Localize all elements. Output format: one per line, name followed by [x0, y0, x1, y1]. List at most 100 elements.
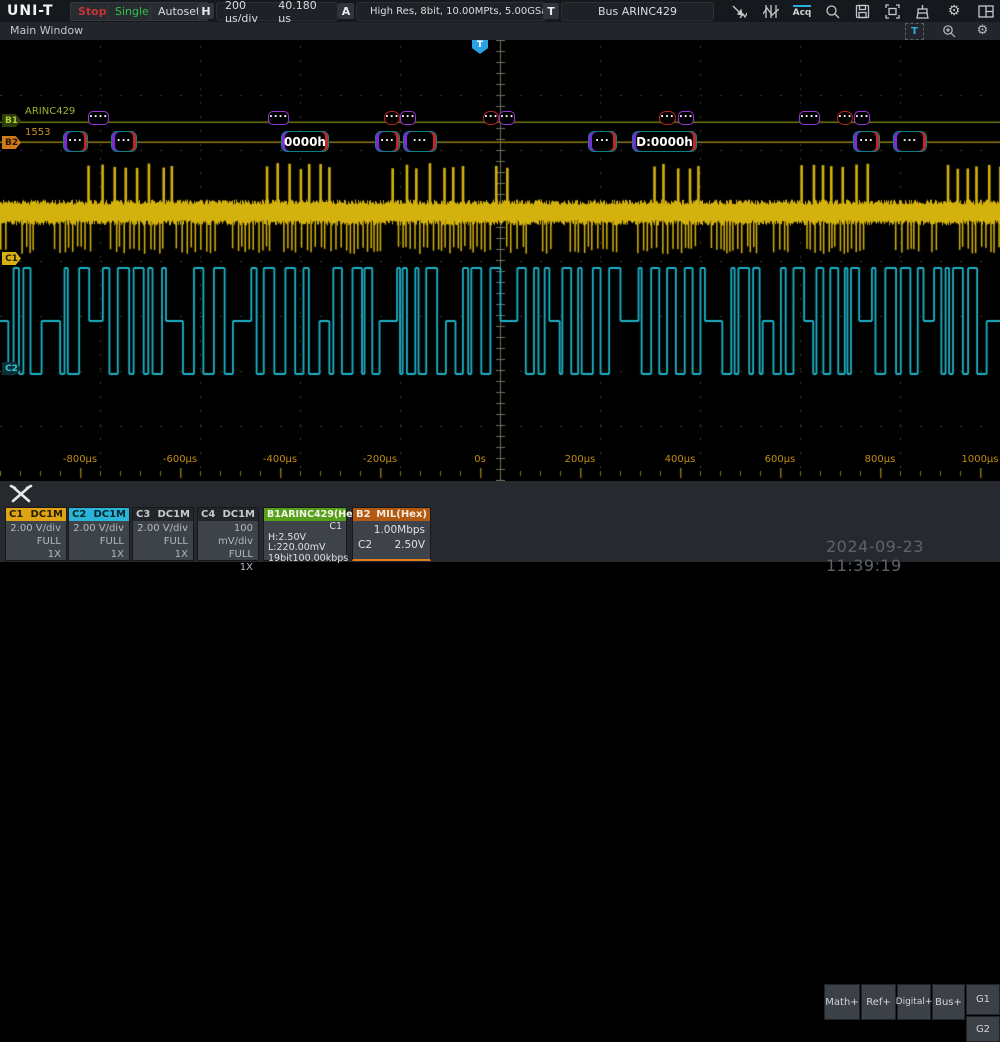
search-icon[interactable] — [821, 2, 843, 20]
channel-coupling: DC1M — [93, 509, 126, 520]
decode-frame-label: ... — [484, 113, 498, 117]
time-axis-label: -800µs — [63, 454, 97, 465]
window-layout-icon[interactable] — [975, 2, 997, 20]
channel-bandwidth: FULL — [201, 548, 253, 561]
brand-logo: UNI-T — [7, 0, 54, 22]
bus2-decode-frame[interactable]: ... — [111, 131, 137, 152]
bus1-decode-error-frame[interactable]: ... — [659, 111, 676, 125]
time-axis-label: -600µs — [163, 454, 197, 465]
bus1-decode-error-frame[interactable]: ... — [483, 111, 497, 125]
bus1-decode-word[interactable]: ... — [498, 111, 510, 125]
top-toolbar: UNI-T Stop Single Autoset H 200 µs/div 4… — [0, 0, 1000, 23]
bus-source: C1 — [268, 522, 342, 533]
bus2-decode-frame[interactable]: ... — [588, 131, 617, 152]
settings-gear-icon[interactable]: ⚙ — [943, 2, 965, 20]
channel-probe: 1X — [136, 548, 188, 561]
decode-frame-label: ... — [859, 137, 873, 141]
group2-button[interactable]: G2 — [966, 1016, 1000, 1042]
bus1-decode-word[interactable]: ... — [677, 111, 692, 125]
bus1-decode-word[interactable]: .... — [798, 111, 820, 125]
digital-add-button[interactable]: Digital+ — [897, 984, 931, 1020]
bus1-decode-word[interactable]: .... — [87, 111, 108, 125]
channel-header: C2 DC1M — [69, 508, 129, 521]
decode-frame-box: ... — [678, 111, 694, 125]
display-settings-gear-icon[interactable]: ⚙ — [974, 23, 991, 38]
bus-word-bits: 19bit — [268, 554, 292, 565]
decode-frame-label: ... — [117, 137, 131, 141]
decode-frame-box: ... — [837, 111, 853, 125]
channel-id: C1 — [9, 509, 23, 520]
timebase-panel[interactable]: 200 µs/div 40.180 µs — [216, 2, 338, 21]
channel-info-box-c1[interactable]: C1DC1M 2.00 V/divFULL1X — [5, 507, 67, 561]
decode-frame-label: .... — [800, 113, 819, 117]
trigger-bus-panel[interactable]: Bus ARINC429 — [561, 2, 714, 21]
acq-mode-label: Acq — [793, 5, 812, 18]
channel-bandwidth: FULL — [136, 535, 188, 548]
time-axis-label: 200µs — [565, 454, 596, 465]
screenshot-icon[interactable] — [881, 2, 903, 20]
cursor-measure-icon[interactable] — [728, 2, 750, 20]
bus-threshold: 2.50V — [394, 538, 425, 553]
bus1-decode-error-frame[interactable]: ... — [837, 111, 852, 125]
acq-mode-icon[interactable]: Acq — [791, 2, 813, 20]
decode-frame-label: ... — [380, 137, 394, 141]
time-axis-label: 1000µs — [961, 454, 998, 465]
decode-frame-box: ... — [483, 111, 499, 125]
decode-frame-label: ... — [660, 113, 674, 117]
channel-header: C4DC1M — [198, 508, 258, 521]
channel-info-box-c3[interactable]: C3DC1M 2.00 V/divFULL1X — [132, 507, 194, 561]
bus1-decode-error-frame[interactable]: ... — [384, 111, 398, 125]
waveform-canvas[interactable] — [0, 40, 1000, 481]
bus-add-button[interactable]: Bus+ — [932, 984, 965, 1020]
bus2-decode-frame[interactable]: 0000h — [281, 131, 329, 152]
bus1-decode-word[interactable]: ... — [399, 111, 412, 125]
group1-button[interactable]: G1 — [966, 984, 1000, 1015]
acquisition-panel[interactable]: High Res, 8bit, 10.00MPts, 5.00GSa/s — [356, 2, 546, 21]
decode-frame-box: .... — [88, 111, 109, 125]
waveform-display-area[interactable]: B1 B2 C1 C2 ARINC429 1553 T ............… — [0, 40, 1000, 481]
time-axis-label: 0s — [474, 454, 486, 465]
decode-frame-box: ... — [384, 111, 400, 125]
time-axis-label: 400µs — [665, 454, 696, 465]
channel-bandwidth: FULL — [9, 535, 61, 548]
decode-frame-label: .... — [89, 113, 108, 117]
bus1-details: C1 H:2.50V L:220.00mV 19bit100.00kbps — [264, 521, 346, 564]
bus2-decode-frame[interactable]: D:0000h — [632, 131, 697, 152]
ref-add-button[interactable]: Ref+ — [861, 984, 896, 1020]
channel-id: C2 — [72, 509, 86, 520]
bus1-decode-word[interactable]: ... — [853, 111, 866, 125]
zoom-in-icon[interactable] — [940, 23, 957, 38]
bus1-decode-word[interactable]: .... — [267, 111, 287, 125]
bus2-decode-frame[interactable]: ... — [853, 131, 880, 152]
decode-frame-label: ... — [903, 137, 917, 141]
bus-id: B1 — [267, 509, 281, 520]
bus2-decode-frame[interactable]: ... — [63, 131, 88, 152]
channel-info-box-c2[interactable]: C2 DC1M 2.00 V/divFULL1X — [68, 507, 130, 561]
system-datetime: 2024-09-23 11:39:19 — [826, 537, 1000, 575]
horizontal-chip[interactable]: H — [198, 3, 214, 19]
channel-details: 2.00 V/divFULL1X — [69, 521, 129, 561]
acquire-chip[interactable]: A — [338, 3, 354, 19]
bus1-protocol-label: ARINC429 — [25, 106, 75, 117]
bus2-decode-frame[interactable]: ... — [403, 131, 437, 152]
channel-probe: 1X — [9, 548, 61, 561]
decode-frame-box: .... — [799, 111, 820, 125]
trigger-chip[interactable]: T — [543, 3, 559, 19]
crossed-tools-icon[interactable] — [8, 484, 34, 504]
measure-markers-icon[interactable] — [760, 2, 782, 20]
channel-info-box-c4[interactable]: C4DC1M 100 mV/divFULL1X — [197, 507, 259, 561]
bus1-info-box[interactable]: B1ARINC429(Hex) C1 H:2.50V L:220.00mV 19… — [263, 507, 347, 561]
channel-scale: 2.00 V/div — [72, 522, 124, 535]
bus1-header: B1ARINC429(Hex) — [264, 508, 346, 521]
channel-coupling: DC1M — [157, 509, 190, 520]
save-icon[interactable] — [851, 2, 873, 20]
bus2-decode-frame[interactable]: ... — [893, 131, 927, 152]
clear-brush-icon[interactable] — [911, 2, 933, 20]
bus-protocol: ARINC429(Hex) — [281, 509, 363, 520]
timebase-value: 200 µs/div — [225, 0, 278, 25]
math-add-button[interactable]: Math+ — [824, 984, 860, 1020]
bus-bitrate: 100.00kbps — [292, 554, 348, 565]
bus2-info-box[interactable]: B2MIL(Hex) 1.00Mbps C22.50V — [352, 507, 431, 561]
text-annotation-icon[interactable]: T — [905, 23, 924, 40]
bus2-decode-frame[interactable]: ... — [375, 131, 400, 152]
